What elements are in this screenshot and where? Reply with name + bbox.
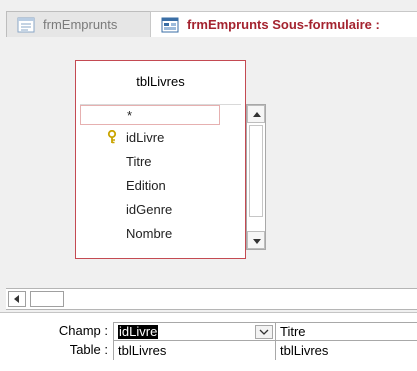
scroll-up-button[interactable] — [247, 105, 265, 123]
grid-cell-champ-1[interactable]: idLivre — [113, 322, 275, 341]
field-list-vertical-scrollbar[interactable] — [246, 104, 266, 250]
scroll-thumb[interactable] — [249, 125, 263, 217]
scroll-up-icon — [253, 112, 261, 117]
form-icon — [17, 17, 35, 33]
tab-frmemprunts-sous-formulaire[interactable]: frmEmprunts Sous-formulaire : — [150, 11, 417, 37]
dropdown-button[interactable] — [255, 325, 273, 339]
tab-frmemprunts[interactable]: frmEmprunts — [6, 11, 160, 37]
scroll-down-icon — [253, 239, 261, 244]
document-tab-bar: frmEmprunts frmEmprunts Sous-formulaire … — [0, 0, 417, 37]
row-label-table: Table : — [69, 342, 108, 357]
tab-label: frmEmprunts — [43, 17, 118, 32]
scroll-down-button[interactable] — [247, 231, 265, 249]
scroll-left-button[interactable] — [8, 291, 26, 307]
field-list: * idLivre Titre Edition idGenre Nombre — [80, 104, 241, 252]
query-design-grid: Champ : Table : idLivre Titre tblLivres … — [0, 312, 417, 371]
row-label-champ: Champ : — [58, 323, 108, 338]
table-title[interactable]: tblLivres — [76, 74, 245, 89]
field-all-columns[interactable]: * — [80, 105, 220, 125]
grid-cell-champ-2[interactable]: Titre — [275, 322, 417, 341]
grid-cell-table-2[interactable]: tblLivres — [275, 341, 417, 360]
horizontal-scroll-thumb[interactable] — [30, 291, 64, 307]
tab-label: frmEmprunts Sous-formulaire : — [187, 17, 380, 32]
dropdown-arrow-icon — [259, 329, 269, 335]
designer-horizontal-scrollbar[interactable] — [6, 288, 417, 310]
table-field-list-tbllivres[interactable]: tblLivres * idLivre Titre Edition idGenr… — [75, 60, 246, 259]
subform-icon — [161, 17, 179, 33]
key-icon — [107, 130, 117, 144]
grid-cell-table-1[interactable]: tblLivres — [113, 341, 275, 360]
scroll-left-icon — [14, 295, 19, 303]
